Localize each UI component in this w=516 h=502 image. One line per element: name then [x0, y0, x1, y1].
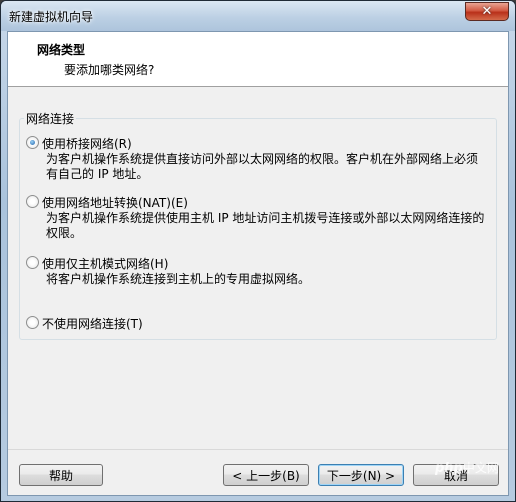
watermark-brand: php	[435, 461, 463, 476]
option-nat-label[interactable]: 使用网络地址转换(NAT)(E)	[42, 194, 188, 211]
option-bridged-label[interactable]: 使用桥接网络(R)	[42, 135, 132, 152]
title-bar[interactable]: 新建虚拟机向导 ✕	[1, 1, 515, 31]
close-icon: ✕	[481, 4, 493, 19]
page-title: 网络类型	[37, 43, 86, 57]
group-label: 网络连接	[24, 110, 77, 127]
window-title: 新建虚拟机向导	[9, 10, 94, 24]
wizard-window: 新建虚拟机向导 ✕ 网络类型 要添加哪类网络? 网络连接 使用桥接网络(R) 为…	[0, 0, 516, 502]
help-button[interactable]: 帮助	[19, 464, 103, 486]
back-button[interactable]: < 上一步(B)	[223, 464, 309, 486]
footer-divider	[8, 449, 508, 450]
watermark-suffix: 中文网	[462, 461, 499, 475]
option-bridged-desc-line1: 为客户机操作系统提供直接访问外部以太网网络的权限。客户机在外部网络上必须	[46, 152, 479, 166]
option-host-only-label[interactable]: 使用仅主机模式网络(H)	[42, 255, 168, 272]
radio-nat[interactable]	[26, 195, 39, 208]
radio-host-only[interactable]	[26, 256, 39, 269]
close-button[interactable]: ✕	[465, 2, 509, 21]
option-nat-desc-line2: 权限。	[46, 226, 83, 240]
next-button[interactable]: 下一步(N) >	[318, 464, 404, 486]
radio-no-network[interactable]	[26, 316, 39, 329]
option-no-network-label[interactable]: 不使用网络连接(T)	[42, 315, 143, 332]
option-bridged-desc-line2: 有自己的 IP 地址。	[46, 167, 149, 181]
page-subtitle: 要添加哪类网络?	[64, 63, 155, 77]
radio-bridged[interactable]	[26, 136, 39, 149]
option-host-only-desc: 将客户机操作系统连接到主机上的专用虚拟网络。	[46, 272, 311, 286]
wizard-header: 网络类型 要添加哪类网络?	[8, 32, 508, 87]
wizard-client-area: 网络类型 要添加哪类网络? 网络连接 使用桥接网络(R) 为客户机操作系统提供直…	[7, 31, 509, 496]
option-no-network[interactable]: 不使用网络连接(T)	[26, 315, 486, 335]
option-nat-desc-line1: 为客户机操作系统提供使用主机 IP 地址访问主机拨号连接或外部以太网网络连接的	[46, 211, 485, 225]
watermark: php中文网	[435, 459, 499, 476]
